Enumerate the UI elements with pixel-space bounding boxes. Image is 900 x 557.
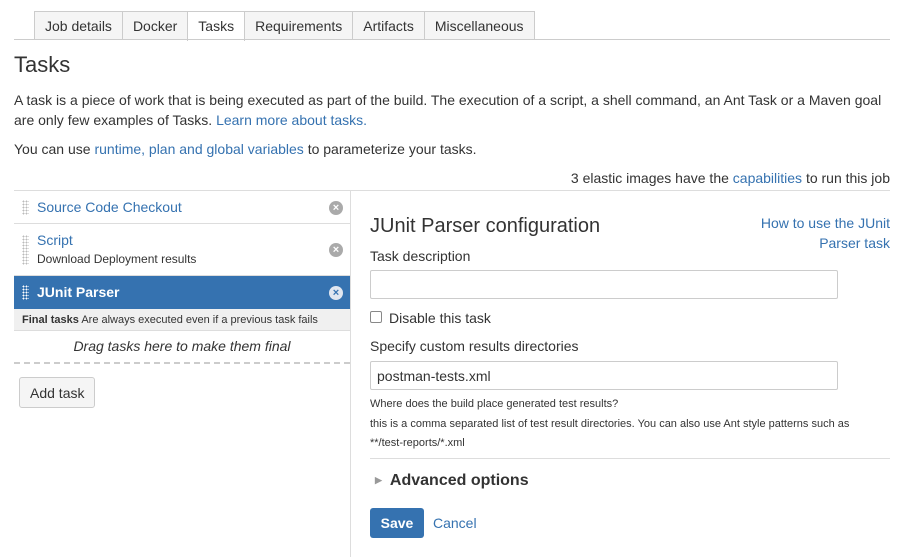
tab-miscellaneous[interactable]: Miscellaneous [423, 11, 535, 40]
advanced-options-toggle[interactable]: ▶ Advanced options [375, 472, 529, 490]
howto-link[interactable]: How to use the JUnit Parser task [750, 213, 890, 253]
variables-prefix: You can use [14, 141, 91, 157]
tab-tasks[interactable]: Tasks [187, 11, 246, 41]
help-text-2: this is a comma separated list of test r… [370, 418, 850, 430]
task-item-junit-parser[interactable]: JUnit Parser × [14, 276, 350, 309]
drag-handle-icon[interactable] [22, 200, 29, 215]
final-tasks-dropzone[interactable]: Drag tasks here to make them final [14, 331, 350, 364]
task-item-source-checkout[interactable]: Source Code Checkout × [14, 191, 350, 224]
advanced-divider [370, 458, 890, 459]
final-tasks-desc: Are always executed even if a previous t… [81, 314, 318, 326]
help-text-3: **/test-reports/*.xml [370, 437, 465, 449]
results-dirs-input[interactable] [370, 361, 838, 390]
task-item-sub: Download Deployment results [37, 252, 197, 266]
tab-job-details[interactable]: Job details [34, 11, 123, 40]
final-tasks-title: Final tasks [22, 314, 79, 326]
triangle-right-icon: ▶ [375, 475, 382, 485]
close-circle-icon[interactable]: × [329, 201, 343, 215]
cancel-link[interactable]: Cancel [433, 515, 477, 531]
intro-text: A task is a piece of work that is being … [14, 92, 882, 128]
tab-divider [14, 39, 890, 40]
close-circle-icon[interactable]: × [329, 286, 343, 300]
drag-handle-icon[interactable] [22, 235, 29, 265]
results-dirs-label: Specify custom results directories [370, 338, 579, 354]
capabilities-prefix: 3 elastic images have the [570, 170, 729, 186]
config-title: JUnit Parser configuration [370, 215, 601, 237]
task-description-input[interactable] [370, 270, 838, 299]
capabilities-link[interactable]: capabilities [733, 170, 802, 186]
close-circle-icon[interactable]: × [329, 243, 343, 257]
learn-more-link[interactable]: Learn more about tasks. [216, 112, 367, 128]
tab-requirements[interactable]: Requirements [244, 11, 354, 40]
tab-bar: Job details Docker Tasks Requirements Ar… [34, 11, 535, 41]
task-item-label[interactable]: Source Code Checkout [37, 199, 182, 215]
variables-paragraph: You can use runtime, plan and global var… [14, 139, 477, 159]
variables-suffix: to parameterize your tasks. [307, 141, 477, 157]
task-list: Source Code Checkout × Script Download D… [14, 191, 350, 364]
variables-link[interactable]: runtime, plan and global variables [94, 141, 303, 157]
drag-handle-icon[interactable] [22, 285, 29, 300]
final-tasks-header: Final tasks Are always executed even if … [14, 309, 350, 331]
task-item-label[interactable]: JUnit Parser [37, 284, 119, 300]
advanced-options-label[interactable]: Advanced options [390, 472, 529, 489]
tab-docker[interactable]: Docker [121, 11, 189, 40]
disable-task-label[interactable]: Disable this task [389, 310, 491, 326]
help-text-1: Where does the build place generated tes… [370, 398, 619, 410]
save-button[interactable]: Save [370, 508, 424, 538]
page-title: Tasks [14, 52, 71, 77]
tab-artifacts[interactable]: Artifacts [352, 11, 425, 40]
disable-task-checkbox[interactable] [370, 311, 382, 323]
add-task-button[interactable]: Add task [19, 377, 96, 408]
task-item-script[interactable]: Script Download Deployment results × [14, 224, 350, 276]
task-item-label[interactable]: Script [37, 232, 73, 248]
capabilities-suffix: to run this job [805, 170, 890, 186]
column-divider [350, 191, 351, 557]
capabilities-line: 3 elastic images have the capabilities t… [571, 168, 890, 188]
intro-paragraph: A task is a piece of work that is being … [14, 90, 894, 130]
task-description-label: Task description [370, 248, 471, 264]
